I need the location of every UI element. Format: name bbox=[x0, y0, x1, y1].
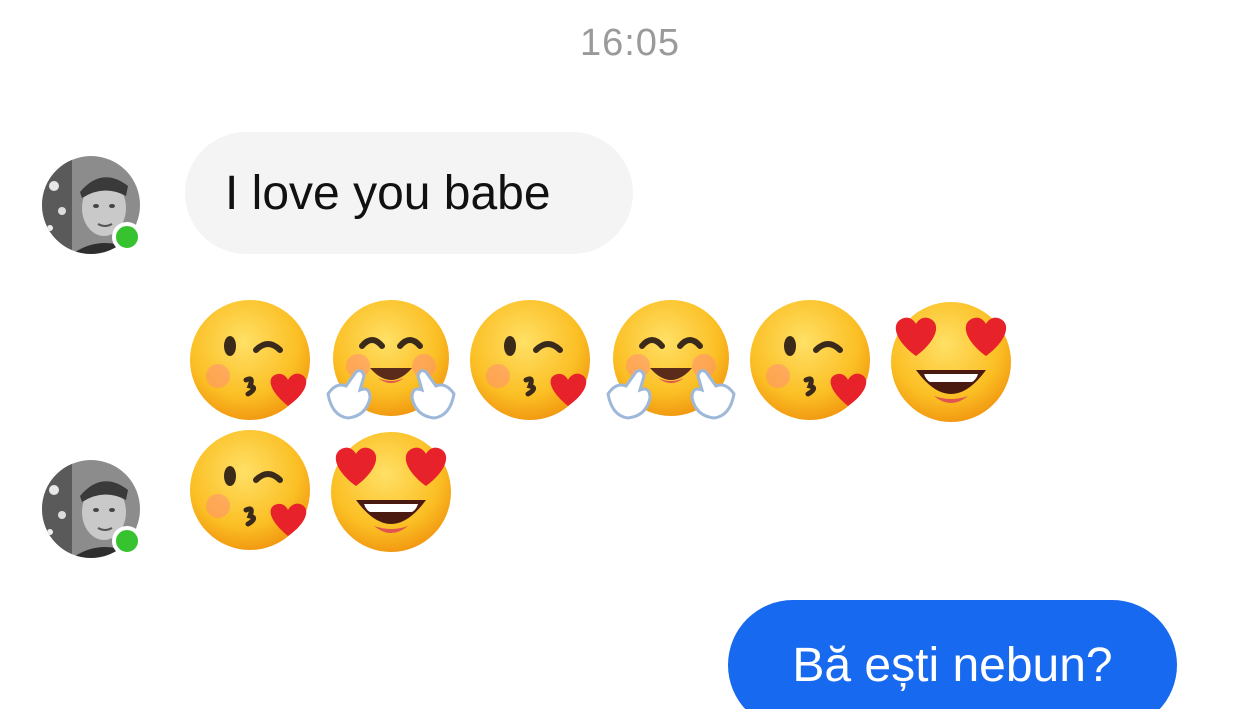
smiling-face-with-open-hands-icon bbox=[326, 300, 456, 420]
chat-thread: 16:05 I love you babe Bă ești nebun? bbox=[0, 0, 1260, 709]
contact-avatar[interactable] bbox=[42, 460, 142, 558]
smiling-face-with-open-hands-icon bbox=[606, 300, 736, 420]
contact-avatar[interactable] bbox=[42, 156, 142, 254]
online-status-dot bbox=[112, 526, 142, 556]
smiling-face-with-heart-eyes-icon bbox=[891, 302, 1011, 422]
incoming-message-bubble[interactable]: I love you babe bbox=[185, 132, 633, 254]
face-blowing-a-kiss-icon bbox=[190, 430, 310, 550]
timestamp: 16:05 bbox=[579, 22, 681, 64]
face-blowing-a-kiss-icon bbox=[470, 300, 590, 420]
face-blowing-a-kiss-icon bbox=[190, 300, 310, 420]
face-blowing-a-kiss-icon bbox=[750, 300, 870, 420]
online-status-dot bbox=[112, 222, 142, 252]
outgoing-message-bubble[interactable]: Bă ești nebun? bbox=[728, 600, 1177, 709]
smiling-face-with-heart-eyes-icon bbox=[331, 432, 451, 552]
